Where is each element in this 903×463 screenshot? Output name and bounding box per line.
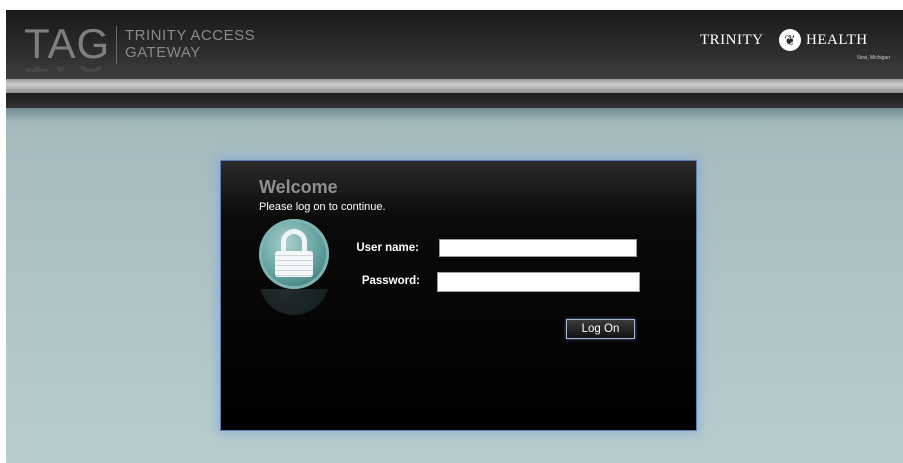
lock-icon	[259, 219, 329, 289]
trinity-health-logo: TRINITY ❦ HEALTH Novi, Michigan	[700, 29, 890, 68]
tag-logo: TAG	[24, 20, 111, 67]
tag-name-line2: GATEWAY	[125, 44, 201, 61]
app-frame: TAG TAG TRINITY ACCESS GATEWAY TRINITY ❦…	[6, 10, 903, 463]
tag-full-name: TRINITY ACCESS GATEWAY	[125, 27, 255, 61]
login-subtitle: Please log on to continue.	[259, 201, 386, 213]
header-bar: TAG TAG TRINITY ACCESS GATEWAY TRINITY ❦…	[6, 10, 903, 79]
brand-word-right: HEALTH	[806, 32, 868, 48]
brand-word-left: TRINITY	[700, 32, 764, 48]
header-dark-bar	[6, 93, 903, 108]
lock-icon-reflection	[259, 289, 329, 315]
trinity-health-logo-icon: ❦	[779, 29, 801, 51]
logo-divider	[116, 26, 117, 64]
lock-icon-body	[275, 251, 313, 277]
username-input[interactable]	[439, 239, 637, 257]
header-shine-bar	[6, 79, 903, 93]
password-input[interactable]	[437, 272, 640, 292]
tag-logo-reflection: TAG	[24, 66, 107, 79]
username-label: User name:	[356, 242, 419, 254]
welcome-title: Welcome	[259, 177, 338, 197]
tag-name-line1: TRINITY ACCESS	[125, 27, 256, 44]
login-panel: Welcome Please log on to continue. User …	[220, 160, 697, 431]
password-label: Password:	[361, 275, 420, 287]
lock-icon-shackle	[281, 229, 307, 253]
brand-location: Novi, Michigan	[857, 55, 890, 61]
log-on-button[interactable]: Log On	[566, 319, 635, 339]
background-gradient	[6, 108, 903, 122]
